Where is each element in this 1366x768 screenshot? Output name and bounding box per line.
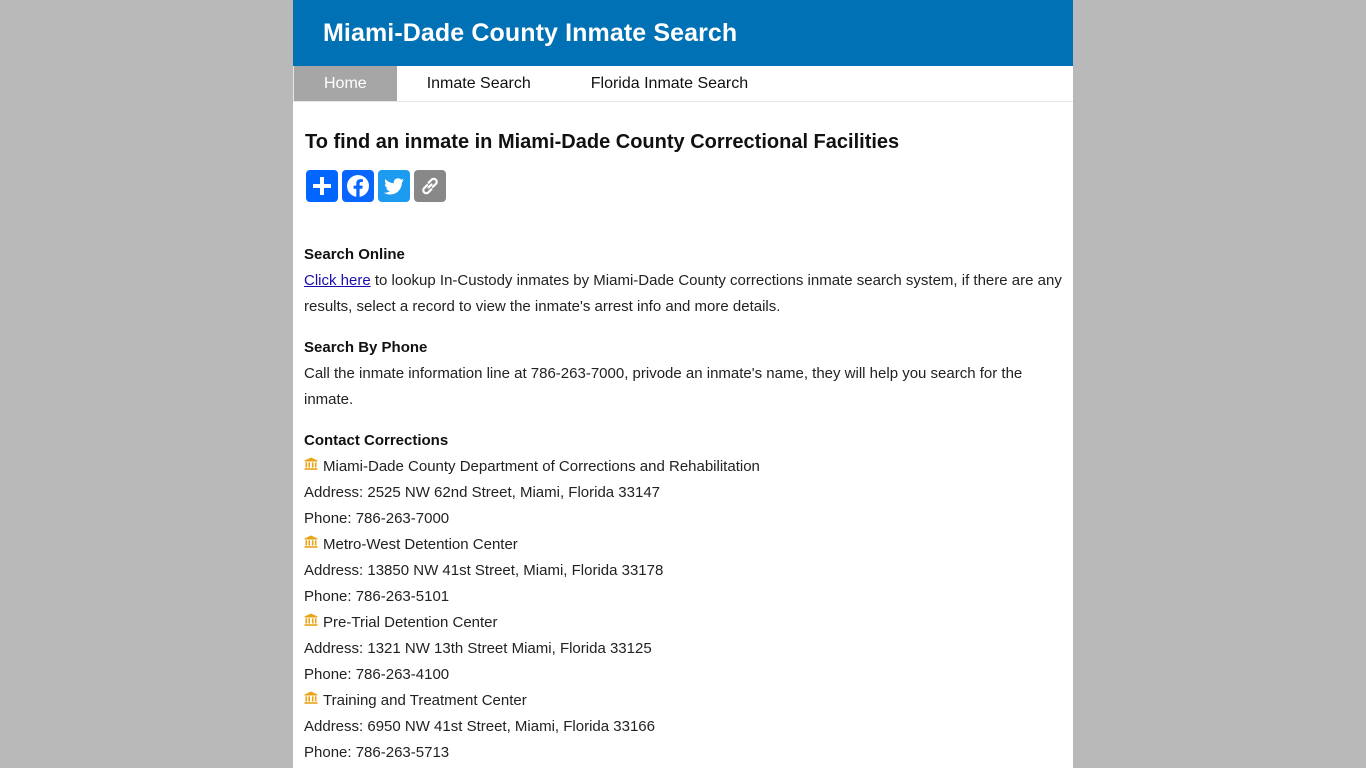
click-here-link[interactable]: Click here [304,272,371,289]
nav-item-home[interactable]: Home [294,66,397,101]
facility-address: Address: 13850 NW 41st Street, Miami, Fl… [304,562,664,579]
facility-phone: Phone: 786-263-7000 [304,510,450,527]
facebook-icon [347,175,369,197]
search-online-description: to lookup In-Custody inmates by Miami-Da… [304,272,1062,315]
twitter-icon [383,178,404,195]
share-buttons [306,170,1062,202]
facility-item: Training and Treatment Center Address: 6… [304,688,1062,766]
nav-item-florida-inmate-search[interactable]: Florida Inmate Search [561,66,778,101]
search-online-text: Click here to lookup In-Custody inmates … [304,268,1062,320]
facility-phone: Phone: 786-263-5101 [304,588,450,605]
facility-item: Pre-Trial Detention Center Address: 1321… [304,610,1062,688]
main-content: To find an inmate in Miami-Dade County C… [293,131,1073,766]
bank-icon [304,613,318,626]
bank-icon [304,691,318,704]
share-twitter-button[interactable] [378,170,410,202]
main-nav: Home Inmate Search Florida Inmate Search [293,66,1073,102]
facility-item: Metro-West Detention Center Address: 138… [304,532,1062,610]
bank-icon [304,457,318,470]
contact-title: Contact Corrections [304,432,449,449]
facility-address: Address: 2525 NW 62nd Street, Miami, Flo… [304,484,661,501]
site-header: Miami-Dade County Inmate Search [293,0,1073,66]
share-plus-button[interactable] [306,170,338,202]
facility-name: Metro-West Detention Center [323,536,518,553]
facility-phone: Phone: 786-263-4100 [304,666,450,683]
search-online-section: Search Online Click here to lookup In-Cu… [304,242,1062,320]
copy-link-icon [422,177,438,195]
facility-name: Training and Treatment Center [323,692,527,709]
search-phone-text: Call the inmate information line at 786-… [304,365,1023,408]
plus-share-icon [313,177,331,195]
page-heading: To find an inmate in Miami-Dade County C… [305,131,900,153]
site-title[interactable]: Miami-Dade County Inmate Search [323,19,737,48]
contact-section: Contact Corrections Miami-Dade County De… [304,428,1062,766]
nav-item-inmate-search[interactable]: Inmate Search [397,66,561,101]
facility-phone: Phone: 786-263-5713 [304,744,450,761]
search-online-title: Search Online [304,246,405,263]
bank-icon [304,535,318,548]
facility-address: Address: 6950 NW 41st Street, Miami, Flo… [304,718,655,735]
facility-address: Address: 1321 NW 13th Street Miami, Flor… [304,640,652,657]
share-copy-link-button[interactable] [414,170,446,202]
facility-name: Pre-Trial Detention Center [323,614,498,631]
facility-item: Miami-Dade County Department of Correcti… [304,454,1062,532]
page-container: Miami-Dade County Inmate Search Home Inm… [293,0,1073,768]
search-phone-section: Search By Phone Call the inmate informat… [304,335,1062,413]
search-phone-title: Search By Phone [304,339,428,356]
share-facebook-button[interactable] [342,170,374,202]
facility-name: Miami-Dade County Department of Correcti… [323,458,760,475]
